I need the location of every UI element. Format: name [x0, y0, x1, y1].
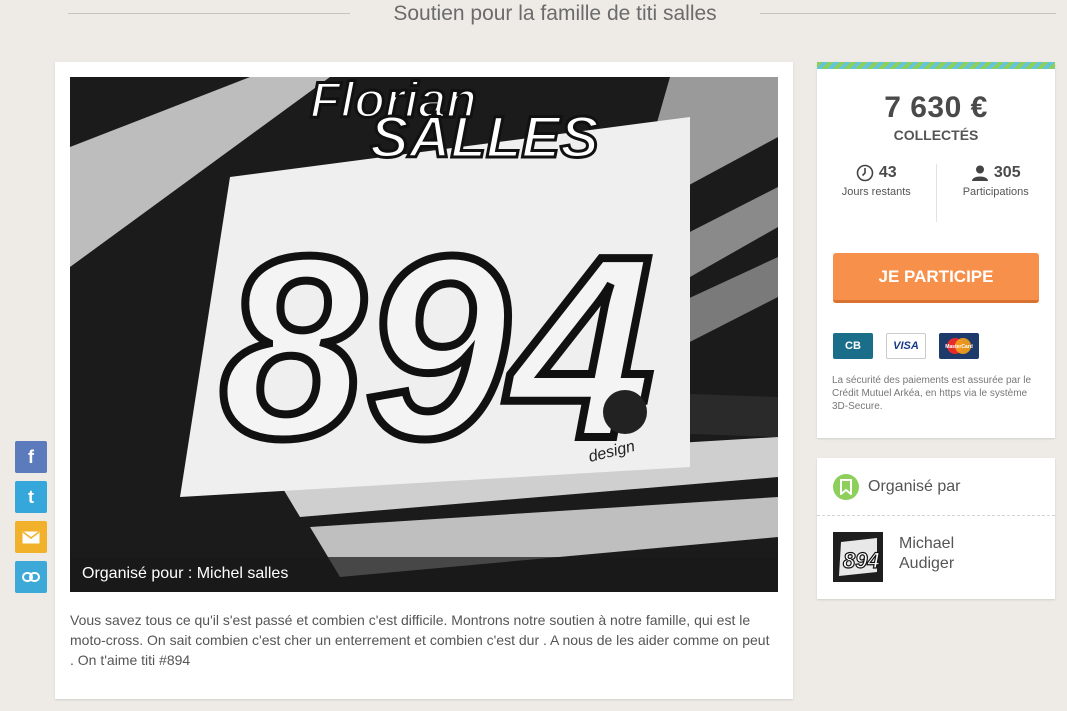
visa-card-icon: VISA — [886, 333, 926, 359]
email-share-button[interactable] — [15, 521, 47, 553]
payment-security-note: La sécurité des paiements est assurée pa… — [832, 375, 1031, 412]
organizer-profile[interactable]: 894 Michael Audiger — [817, 516, 1055, 598]
social-share-bar: f t — [15, 441, 47, 601]
twitter-icon: t — [28, 486, 34, 507]
bookmark-badge-icon — [833, 473, 859, 500]
organizer-card: Organisé par 894 Michael Audiger — [817, 458, 1055, 599]
avatar-number: 894 — [843, 548, 880, 573]
collected-label: COLLECTÉS — [893, 127, 979, 143]
participate-button[interactable]: JE PARTICIPE — [833, 253, 1039, 303]
sponsor-logo — [603, 390, 647, 434]
facebook-share-button[interactable]: f — [15, 441, 47, 473]
header-rule-left — [68, 13, 350, 14]
organizer-last-name: Audiger — [899, 555, 955, 572]
mastercard-icon: MasterCard — [939, 333, 979, 359]
participations-counter: 305 Participations — [937, 164, 1056, 222]
participations-value: 305 — [993, 164, 1021, 181]
header-rule-right — [760, 13, 1056, 14]
organizer-first-name: Michael — [899, 535, 955, 552]
twitter-share-button[interactable]: t — [15, 481, 47, 513]
jersey-name-line-2: SALLES — [370, 105, 599, 170]
page-header: Soutien pour la famille de titi salles — [0, 0, 1067, 30]
organizer-header: Organisé par — [817, 458, 1055, 516]
funding-stats-card: 7 630 € COLLECTÉS 43 Jours restants 305 … — [817, 62, 1055, 438]
days-left-counter: 43 Jours restants — [817, 164, 937, 222]
campaign-description: Vous savez tous ce qu'il s'est passé et … — [70, 612, 770, 668]
photo-caption: Organisé pour : Michel salles — [70, 557, 778, 592]
user-icon — [971, 165, 988, 181]
link-icon — [22, 572, 40, 582]
days-left-value: 43 — [878, 164, 897, 181]
amount-collected: 7 630 € — [884, 91, 988, 124]
campaign-counters: 43 Jours restants 305 Participations — [817, 164, 1055, 222]
participations-label: Participations — [962, 186, 1029, 198]
clock-icon — [856, 164, 874, 182]
payment-methods: CB VISA MasterCard — [833, 333, 979, 359]
jersey-illustration: Florian SALLES 894 design — [70, 77, 778, 592]
copy-link-button[interactable] — [15, 561, 47, 593]
page-title: Soutien pour la famille de titi salles — [393, 2, 717, 25]
facebook-icon: f — [28, 446, 34, 467]
avatar[interactable]: 894 — [833, 532, 883, 582]
cb-card-icon: CB — [833, 333, 873, 359]
organizer-name[interactable]: Michael Audiger — [899, 532, 954, 582]
days-left-label: Jours restants — [841, 186, 911, 198]
mastercard-label: MasterCard — [945, 344, 973, 350]
envelope-icon — [22, 530, 40, 543]
campaign-photo: Florian SALLES 894 design Organisé pour … — [70, 77, 778, 592]
organizer-heading: Organisé par — [868, 477, 961, 495]
campaign-card: Florian SALLES 894 design Organisé pour … — [55, 62, 793, 699]
decorative-stripe — [817, 62, 1055, 69]
